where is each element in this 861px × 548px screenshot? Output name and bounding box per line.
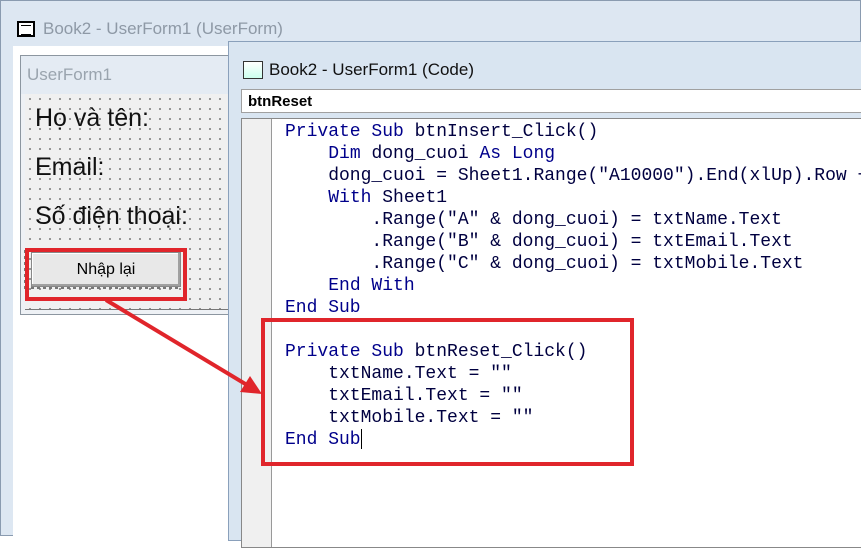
arrow-line: [104, 298, 254, 390]
arrow-annotation: [104, 298, 262, 394]
